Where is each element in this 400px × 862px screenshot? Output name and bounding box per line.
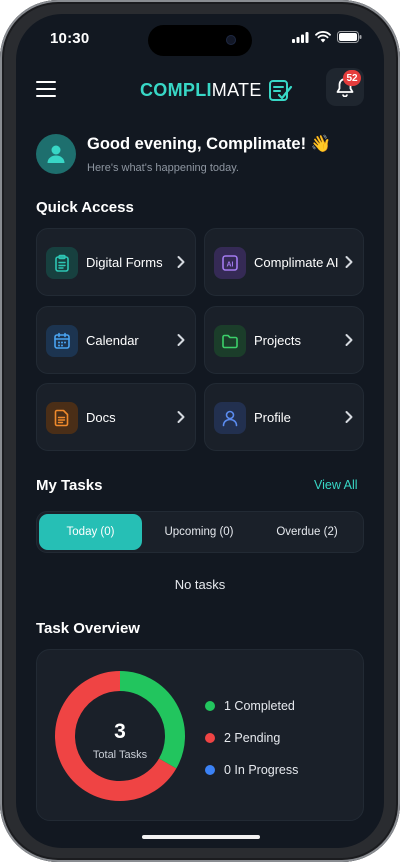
phone-frame: 10:30 COMPLIMATE 52 Good evening, Compli… bbox=[0, 0, 400, 862]
tab-today[interactable]: Today (0) bbox=[39, 514, 142, 550]
chevron-right-icon bbox=[345, 334, 353, 346]
notifications-button[interactable]: 52 bbox=[326, 68, 364, 106]
greeting-subtitle: Here's what's happening today. bbox=[87, 162, 239, 174]
chart-legend: 1 Completed 2 Pending 0 In Progress bbox=[205, 690, 298, 786]
menu-icon[interactable] bbox=[36, 81, 56, 97]
app-logo: COMPLIMATE bbox=[140, 78, 294, 102]
quick-access-docs[interactable]: Docs bbox=[36, 383, 196, 451]
app-screen: 10:30 COMPLIMATE 52 Good evening, Compli… bbox=[16, 14, 384, 848]
legend-item-completed: 1 Completed bbox=[205, 690, 298, 722]
home-indicator bbox=[142, 835, 260, 839]
quick-access-icon-bg bbox=[214, 402, 246, 434]
folder-icon bbox=[222, 334, 238, 349]
quick-access-profile[interactable]: Profile bbox=[204, 383, 364, 451]
donut-total-label: Total Tasks bbox=[93, 749, 148, 761]
logo-text-main: COMPLI bbox=[140, 79, 212, 100]
signal-icon bbox=[292, 31, 309, 43]
legend-dot bbox=[205, 733, 215, 743]
my-tasks-title: My Tasks bbox=[36, 477, 103, 494]
status-bar: 10:30 bbox=[16, 14, 384, 62]
quick-access-icon-bg bbox=[46, 325, 78, 357]
quick-access-label: Profile bbox=[254, 410, 291, 425]
logo-check-icon bbox=[268, 80, 292, 101]
greeting-title: Good evening, Complimate! 👋 bbox=[87, 135, 332, 153]
legend-item-pending: 2 Pending bbox=[205, 722, 298, 754]
legend-dot bbox=[205, 701, 215, 711]
quick-access-title: Quick Access bbox=[36, 199, 134, 216]
quick-access-icon-bg bbox=[46, 247, 78, 279]
logo-text-rest: MATE bbox=[211, 79, 262, 100]
legend-label: 0 In Progress bbox=[224, 763, 299, 777]
task-donut-chart: 3 Total Tasks bbox=[55, 671, 185, 801]
notification-badge: 52 bbox=[343, 70, 361, 86]
status-icons bbox=[292, 31, 362, 43]
ai-icon: AI bbox=[222, 255, 238, 271]
quick-access-label: Digital Forms bbox=[86, 255, 163, 270]
calendar-icon bbox=[54, 332, 70, 349]
chevron-right-icon bbox=[177, 334, 185, 346]
quick-access-label: Docs bbox=[86, 410, 116, 425]
quick-access-complimate-ai[interactable]: AI Complimate AI bbox=[204, 228, 364, 296]
avatar[interactable] bbox=[36, 134, 76, 174]
user-avatar-icon bbox=[47, 145, 65, 163]
tab-upcoming[interactable]: Upcoming (0) bbox=[147, 514, 251, 550]
user-icon bbox=[222, 410, 238, 427]
quick-access-calendar[interactable]: Calendar bbox=[36, 306, 196, 374]
logo-text: COMPLIMATE bbox=[140, 80, 262, 101]
task-overview-card: 3 Total Tasks 1 Completed 2 Pending 0 In… bbox=[36, 649, 364, 821]
empty-tasks-text: No tasks bbox=[174, 577, 226, 592]
chevron-right-icon bbox=[177, 411, 185, 423]
legend-label: 1 Completed bbox=[224, 699, 295, 713]
chevron-right-icon bbox=[345, 411, 353, 423]
greeting-section: Good evening, Complimate! 👋 Here's what'… bbox=[36, 134, 366, 178]
app-header: COMPLIMATE 52 bbox=[16, 68, 384, 114]
legend-item-in-progress: 0 In Progress bbox=[205, 754, 298, 786]
status-time: 10:30 bbox=[50, 30, 90, 47]
task-tabs: Today (0) Upcoming (0) Overdue (2) bbox=[36, 511, 364, 553]
svg-text:AI: AI bbox=[227, 262, 234, 269]
task-overview-title: Task Overview bbox=[36, 620, 140, 637]
quick-access-icon-bg: AI bbox=[214, 247, 246, 279]
quick-access-projects[interactable]: Projects bbox=[204, 306, 364, 374]
legend-dot bbox=[205, 765, 215, 775]
clipboard-icon bbox=[55, 254, 69, 272]
donut-total-value: 3 bbox=[114, 720, 126, 743]
legend-label: 2 Pending bbox=[224, 731, 281, 745]
quick-access-icon-bg bbox=[214, 325, 246, 357]
chevron-right-icon bbox=[177, 256, 185, 268]
wifi-icon bbox=[315, 31, 331, 43]
document-icon bbox=[54, 409, 69, 427]
quick-access-label: Projects bbox=[254, 333, 301, 348]
view-all-link[interactable]: View All bbox=[314, 478, 358, 492]
quick-access-icon-bg bbox=[46, 402, 78, 434]
battery-icon bbox=[337, 31, 362, 43]
quick-access-digital-forms[interactable]: Digital Forms bbox=[36, 228, 196, 296]
chevron-right-icon bbox=[345, 256, 353, 268]
quick-access-label: Calendar bbox=[86, 333, 139, 348]
tab-overdue[interactable]: Overdue (2) bbox=[255, 514, 359, 550]
camera-icon bbox=[226, 35, 236, 45]
quick-access-label: Complimate AI bbox=[254, 255, 339, 270]
dynamic-island bbox=[148, 25, 252, 56]
